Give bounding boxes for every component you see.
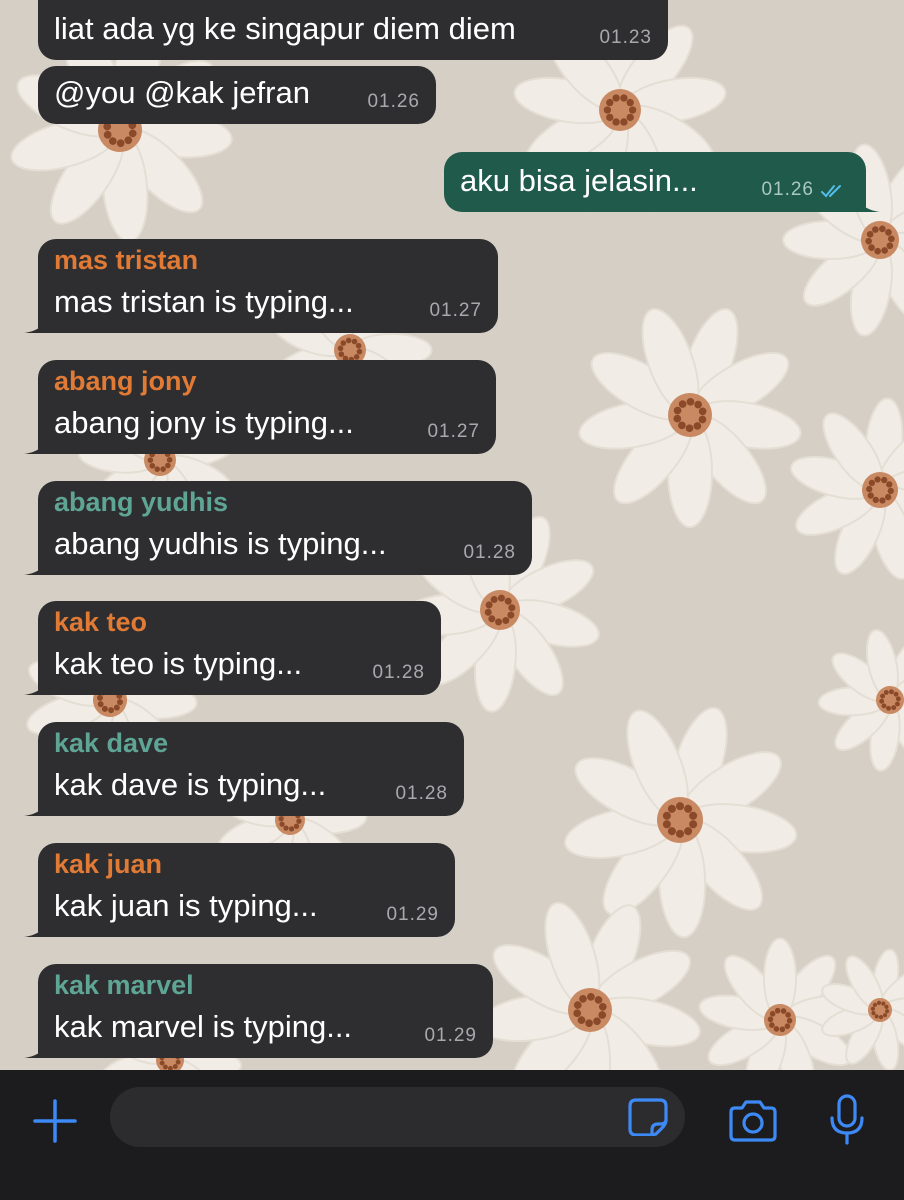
bubble-tail [24, 1038, 48, 1058]
message-bubble[interactable]: kak dave kak dave is typing... 01.28 [24, 722, 464, 816]
message-time: 01.28 [463, 542, 516, 563]
message-time: 01.26 [761, 179, 814, 200]
message-text: kak juan is typing... [54, 888, 318, 923]
message-bubble[interactable]: mas tristan mas tristan is typing... 01.… [24, 239, 498, 333]
sender-name: kak juan [54, 849, 163, 879]
message-time: 01.28 [395, 783, 448, 804]
message-bubble[interactable]: abang yudhis abang yudhis is typing... 0… [24, 481, 532, 575]
bubble-tail [24, 434, 48, 454]
message-bubble[interactable]: @you @kak jefran 01.26 [38, 66, 436, 124]
bubble-tail [856, 192, 880, 212]
camera-icon[interactable] [728, 1098, 778, 1142]
message-bubble[interactable]: kak juan kak juan is typing... 01.29 [24, 843, 455, 937]
message-text: mas tristan is typing... [54, 284, 354, 319]
message-time: 01.27 [429, 300, 482, 321]
sticker-icon[interactable] [628, 1098, 668, 1136]
sender-name: kak dave [54, 728, 169, 758]
sender-name: abang jony [54, 366, 197, 396]
message-time: 01.28 [372, 662, 425, 683]
bubble-tail [24, 675, 48, 695]
sender-name: kak teo [54, 607, 148, 637]
microphone-icon[interactable] [828, 1094, 866, 1146]
bubble-tail [24, 796, 48, 816]
message-bubble[interactable]: kak teo kak teo is typing... 01.28 [24, 601, 441, 695]
message-time: 01.29 [424, 1025, 477, 1046]
message-text: kak marvel is typing... [54, 1009, 353, 1044]
sender-name: kak marvel [54, 970, 194, 1000]
message-time: 01.23 [599, 27, 652, 48]
message-bubble[interactable]: kak marvel kak marvel is typing... 01.29 [24, 964, 493, 1058]
message-bubble-outgoing[interactable]: aku bisa jelasin... 01.26 [444, 152, 880, 212]
plus-icon[interactable] [32, 1098, 78, 1144]
message-text: kak dave is typing... [54, 767, 327, 802]
message-text: liat ada yg ke singapur diem diem [54, 11, 516, 46]
bubble-tail [24, 313, 48, 333]
message-time: 01.26 [367, 91, 420, 112]
read-double-check-icon [821, 185, 841, 198]
sender-name: abang yudhis [54, 487, 229, 517]
message-time: 01.27 [427, 421, 480, 442]
message-list[interactable]: liat ada yg ke singapur diem diem 01.23 … [0, 0, 904, 1070]
message-text: kak teo is typing... [54, 646, 303, 681]
composer-bar [0, 1070, 904, 1200]
message-text: aku bisa jelasin... [460, 163, 698, 198]
message-bubble[interactable]: abang jony abang jony is typing... 01.27 [24, 360, 496, 454]
message-text: abang jony is typing... [54, 405, 354, 440]
bubble-tail [24, 555, 48, 575]
message-text: @you @kak jefran [54, 75, 310, 110]
message-bubble[interactable]: liat ada yg ke singapur diem diem 01.23 [38, 0, 668, 60]
message-text: abang yudhis is typing... [54, 526, 387, 561]
bubble-tail [24, 917, 48, 937]
message-input[interactable] [110, 1087, 685, 1147]
message-time: 01.29 [386, 904, 439, 925]
sender-name: mas tristan [54, 245, 199, 275]
